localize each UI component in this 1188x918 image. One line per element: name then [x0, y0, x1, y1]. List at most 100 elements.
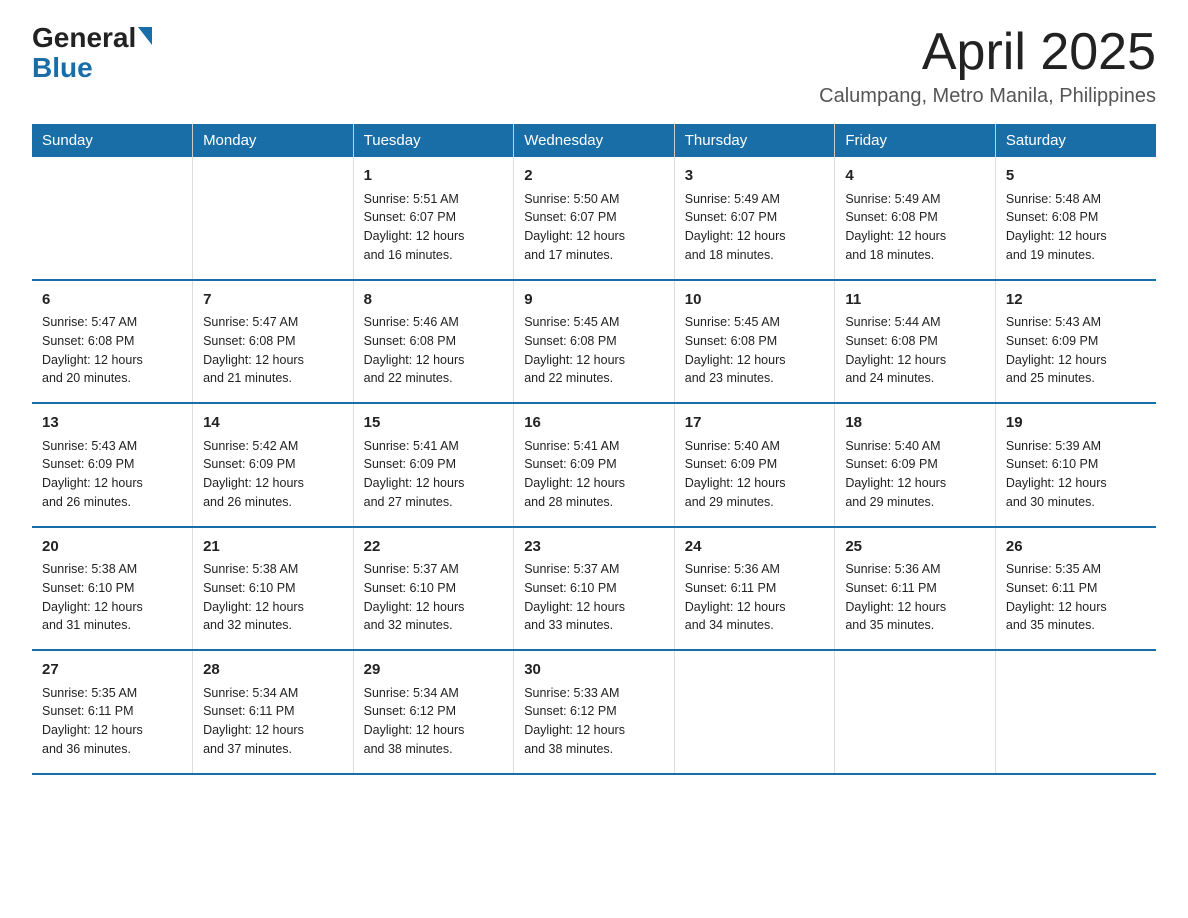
day-info: Sunrise: 5:43 AM Sunset: 6:09 PM Dayligh…	[42, 437, 182, 512]
month-title: April 2025	[819, 24, 1156, 81]
day-number: 14	[203, 412, 343, 435]
calendar-day-cell	[32, 157, 193, 280]
day-info: Sunrise: 5:49 AM Sunset: 6:08 PM Dayligh…	[845, 190, 985, 265]
day-info: Sunrise: 5:35 AM Sunset: 6:11 PM Dayligh…	[42, 684, 182, 759]
day-number: 28	[203, 659, 343, 682]
calendar-day-cell: 3Sunrise: 5:49 AM Sunset: 6:07 PM Daylig…	[674, 157, 835, 280]
calendar-week-row: 13Sunrise: 5:43 AM Sunset: 6:09 PM Dayli…	[32, 403, 1156, 527]
calendar-day-cell: 6Sunrise: 5:47 AM Sunset: 6:08 PM Daylig…	[32, 280, 193, 404]
header-saturday: Saturday	[995, 124, 1156, 157]
calendar-day-cell: 9Sunrise: 5:45 AM Sunset: 6:08 PM Daylig…	[514, 280, 675, 404]
calendar-day-cell: 1Sunrise: 5:51 AM Sunset: 6:07 PM Daylig…	[353, 157, 514, 280]
day-info: Sunrise: 5:48 AM Sunset: 6:08 PM Dayligh…	[1006, 190, 1146, 265]
header-tuesday: Tuesday	[353, 124, 514, 157]
day-number: 3	[685, 165, 825, 188]
calendar-day-cell: 14Sunrise: 5:42 AM Sunset: 6:09 PM Dayli…	[193, 403, 354, 527]
calendar-week-row: 27Sunrise: 5:35 AM Sunset: 6:11 PM Dayli…	[32, 650, 1156, 774]
logo-triangle-icon	[138, 27, 152, 45]
day-info: Sunrise: 5:40 AM Sunset: 6:09 PM Dayligh…	[845, 437, 985, 512]
day-info: Sunrise: 5:41 AM Sunset: 6:09 PM Dayligh…	[524, 437, 664, 512]
calendar-day-cell: 10Sunrise: 5:45 AM Sunset: 6:08 PM Dayli…	[674, 280, 835, 404]
calendar-day-cell: 4Sunrise: 5:49 AM Sunset: 6:08 PM Daylig…	[835, 157, 996, 280]
day-info: Sunrise: 5:47 AM Sunset: 6:08 PM Dayligh…	[203, 313, 343, 388]
day-number: 5	[1006, 165, 1146, 188]
calendar-day-cell	[193, 157, 354, 280]
calendar-day-cell: 8Sunrise: 5:46 AM Sunset: 6:08 PM Daylig…	[353, 280, 514, 404]
page-header: General Blue April 2025 Calumpang, Metro…	[32, 24, 1156, 108]
day-number: 13	[42, 412, 182, 435]
day-info: Sunrise: 5:45 AM Sunset: 6:08 PM Dayligh…	[685, 313, 825, 388]
calendar-day-cell: 22Sunrise: 5:37 AM Sunset: 6:10 PM Dayli…	[353, 527, 514, 651]
header-sunday: Sunday	[32, 124, 193, 157]
day-info: Sunrise: 5:42 AM Sunset: 6:09 PM Dayligh…	[203, 437, 343, 512]
calendar-day-cell: 23Sunrise: 5:37 AM Sunset: 6:10 PM Dayli…	[514, 527, 675, 651]
calendar-day-cell: 12Sunrise: 5:43 AM Sunset: 6:09 PM Dayli…	[995, 280, 1156, 404]
day-info: Sunrise: 5:46 AM Sunset: 6:08 PM Dayligh…	[364, 313, 504, 388]
day-info: Sunrise: 5:36 AM Sunset: 6:11 PM Dayligh…	[845, 560, 985, 635]
day-number: 19	[1006, 412, 1146, 435]
logo-blue-text: Blue	[32, 52, 93, 83]
day-number: 8	[364, 289, 504, 312]
day-number: 23	[524, 536, 664, 559]
header-thursday: Thursday	[674, 124, 835, 157]
calendar-day-cell: 26Sunrise: 5:35 AM Sunset: 6:11 PM Dayli…	[995, 527, 1156, 651]
calendar-day-cell: 18Sunrise: 5:40 AM Sunset: 6:09 PM Dayli…	[835, 403, 996, 527]
logo: General Blue	[32, 24, 154, 84]
day-info: Sunrise: 5:47 AM Sunset: 6:08 PM Dayligh…	[42, 313, 182, 388]
calendar-day-cell: 20Sunrise: 5:38 AM Sunset: 6:10 PM Dayli…	[32, 527, 193, 651]
day-info: Sunrise: 5:38 AM Sunset: 6:10 PM Dayligh…	[203, 560, 343, 635]
calendar-day-cell	[995, 650, 1156, 774]
day-info: Sunrise: 5:43 AM Sunset: 6:09 PM Dayligh…	[1006, 313, 1146, 388]
day-number: 15	[364, 412, 504, 435]
day-info: Sunrise: 5:40 AM Sunset: 6:09 PM Dayligh…	[685, 437, 825, 512]
calendar-day-cell: 29Sunrise: 5:34 AM Sunset: 6:12 PM Dayli…	[353, 650, 514, 774]
calendar-day-cell	[835, 650, 996, 774]
day-number: 24	[685, 536, 825, 559]
calendar-day-cell: 30Sunrise: 5:33 AM Sunset: 6:12 PM Dayli…	[514, 650, 675, 774]
day-info: Sunrise: 5:41 AM Sunset: 6:09 PM Dayligh…	[364, 437, 504, 512]
day-info: Sunrise: 5:37 AM Sunset: 6:10 PM Dayligh…	[524, 560, 664, 635]
calendar-day-cell: 7Sunrise: 5:47 AM Sunset: 6:08 PM Daylig…	[193, 280, 354, 404]
day-number: 26	[1006, 536, 1146, 559]
title-block: April 2025 Calumpang, Metro Manila, Phil…	[819, 24, 1156, 108]
header-friday: Friday	[835, 124, 996, 157]
calendar-day-cell: 16Sunrise: 5:41 AM Sunset: 6:09 PM Dayli…	[514, 403, 675, 527]
day-info: Sunrise: 5:34 AM Sunset: 6:11 PM Dayligh…	[203, 684, 343, 759]
day-number: 21	[203, 536, 343, 559]
calendar-week-row: 1Sunrise: 5:51 AM Sunset: 6:07 PM Daylig…	[32, 157, 1156, 280]
day-number: 11	[845, 289, 985, 312]
calendar-header-row: Sunday Monday Tuesday Wednesday Thursday…	[32, 124, 1156, 157]
day-info: Sunrise: 5:45 AM Sunset: 6:08 PM Dayligh…	[524, 313, 664, 388]
day-info: Sunrise: 5:49 AM Sunset: 6:07 PM Dayligh…	[685, 190, 825, 265]
day-number: 18	[845, 412, 985, 435]
calendar-day-cell: 11Sunrise: 5:44 AM Sunset: 6:08 PM Dayli…	[835, 280, 996, 404]
calendar-day-cell: 17Sunrise: 5:40 AM Sunset: 6:09 PM Dayli…	[674, 403, 835, 527]
day-number: 20	[42, 536, 182, 559]
day-info: Sunrise: 5:39 AM Sunset: 6:10 PM Dayligh…	[1006, 437, 1146, 512]
day-info: Sunrise: 5:50 AM Sunset: 6:07 PM Dayligh…	[524, 190, 664, 265]
day-info: Sunrise: 5:38 AM Sunset: 6:10 PM Dayligh…	[42, 560, 182, 635]
calendar-day-cell: 27Sunrise: 5:35 AM Sunset: 6:11 PM Dayli…	[32, 650, 193, 774]
calendar-day-cell: 13Sunrise: 5:43 AM Sunset: 6:09 PM Dayli…	[32, 403, 193, 527]
calendar-day-cell: 25Sunrise: 5:36 AM Sunset: 6:11 PM Dayli…	[835, 527, 996, 651]
day-info: Sunrise: 5:34 AM Sunset: 6:12 PM Dayligh…	[364, 684, 504, 759]
calendar-day-cell: 19Sunrise: 5:39 AM Sunset: 6:10 PM Dayli…	[995, 403, 1156, 527]
day-number: 29	[364, 659, 504, 682]
logo-general-text: General	[32, 24, 136, 52]
day-info: Sunrise: 5:36 AM Sunset: 6:11 PM Dayligh…	[685, 560, 825, 635]
day-number: 1	[364, 165, 504, 188]
calendar-day-cell: 28Sunrise: 5:34 AM Sunset: 6:11 PM Dayli…	[193, 650, 354, 774]
day-number: 27	[42, 659, 182, 682]
day-info: Sunrise: 5:37 AM Sunset: 6:10 PM Dayligh…	[364, 560, 504, 635]
day-number: 25	[845, 536, 985, 559]
day-number: 6	[42, 289, 182, 312]
day-info: Sunrise: 5:33 AM Sunset: 6:12 PM Dayligh…	[524, 684, 664, 759]
header-monday: Monday	[193, 124, 354, 157]
calendar-day-cell: 15Sunrise: 5:41 AM Sunset: 6:09 PM Dayli…	[353, 403, 514, 527]
calendar-week-row: 20Sunrise: 5:38 AM Sunset: 6:10 PM Dayli…	[32, 527, 1156, 651]
calendar-table: Sunday Monday Tuesday Wednesday Thursday…	[32, 124, 1156, 775]
day-number: 17	[685, 412, 825, 435]
calendar-day-cell: 21Sunrise: 5:38 AM Sunset: 6:10 PM Dayli…	[193, 527, 354, 651]
calendar-day-cell: 5Sunrise: 5:48 AM Sunset: 6:08 PM Daylig…	[995, 157, 1156, 280]
day-number: 30	[524, 659, 664, 682]
